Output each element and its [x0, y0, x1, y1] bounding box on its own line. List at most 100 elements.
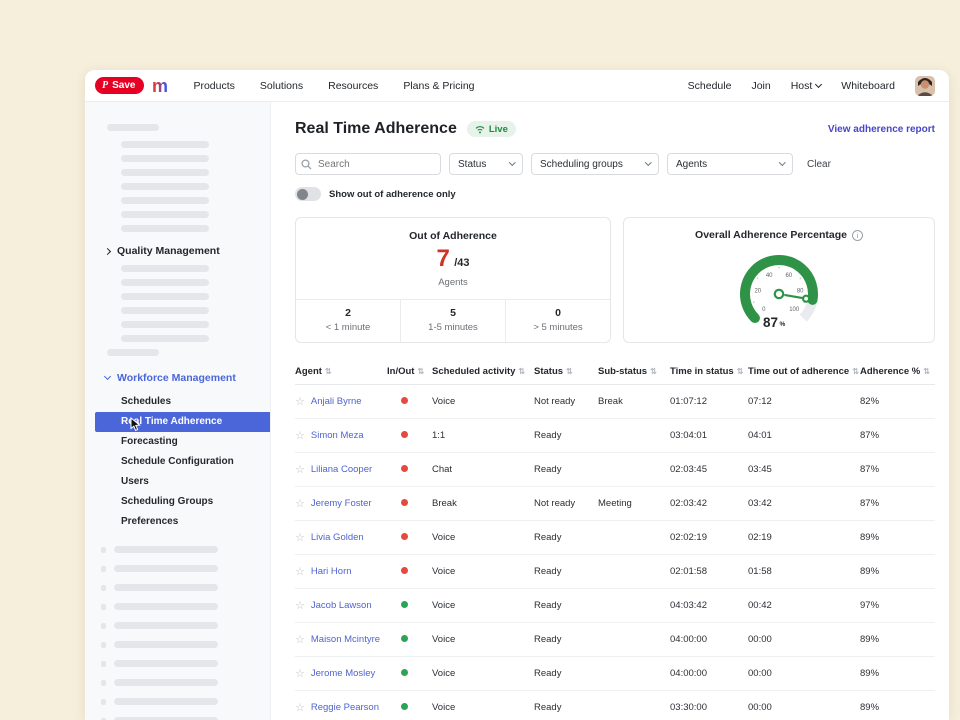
- agent-name-link[interactable]: Livia Golden: [311, 532, 364, 543]
- skeleton-chevron: [101, 585, 106, 591]
- user-avatar[interactable]: [915, 76, 935, 96]
- sort-icon[interactable]: ⇅: [417, 367, 424, 376]
- nav-item-join[interactable]: Join: [751, 80, 770, 92]
- skeleton-chevron: [101, 680, 106, 686]
- agent-name-link[interactable]: Simon Meza: [311, 430, 364, 441]
- gauge-needle-part: [775, 290, 783, 298]
- sidebar-item-scheduling-groups[interactable]: Scheduling Groups: [85, 492, 270, 512]
- gauge-needle: [775, 290, 809, 302]
- search-icon: [301, 159, 312, 170]
- star-icon[interactable]: ☆: [295, 599, 305, 612]
- star-icon[interactable]: ☆: [295, 531, 305, 544]
- nav-item-host[interactable]: Host: [791, 80, 822, 92]
- out-of-adherence-toggle[interactable]: [295, 187, 321, 201]
- column-header-status[interactable]: Status⇅: [534, 366, 598, 377]
- agent-cell: ☆ Jerome Mosley: [295, 667, 387, 680]
- sort-icon[interactable]: ⇅: [923, 367, 930, 376]
- breakdown-value: 2: [296, 307, 400, 319]
- column-header-agent[interactable]: Agent⇅: [295, 366, 387, 377]
- time-out-of-adherence-cell: 03:42: [748, 498, 860, 509]
- gauge-minor-tick: [757, 278, 759, 280]
- agent-cell: ☆ Simon Meza: [295, 429, 387, 442]
- nav-item-solutions[interactable]: Solutions: [260, 80, 303, 92]
- main-content: Real Time Adherence Live View adherence …: [271, 102, 949, 720]
- adherence-breakdown: 2 < 1 minute 5 1-5 minutes 0 > 5 minutes: [296, 299, 610, 342]
- skeleton-bar: [121, 169, 209, 176]
- column-label: In/Out: [387, 366, 414, 377]
- sort-icon[interactable]: ⇅: [518, 367, 525, 376]
- agent-name-link[interactable]: Anjali Byrne: [311, 396, 362, 407]
- column-header-time-in-status[interactable]: Time in status⇅: [670, 366, 748, 377]
- chevron-right-icon: [104, 247, 111, 254]
- in-adherence-dot: [401, 669, 408, 676]
- time-out-of-adherence-cell: 00:00: [748, 668, 860, 679]
- search-input[interactable]: [295, 153, 441, 175]
- sidebar-section-quality-management[interactable]: Quality Management: [85, 239, 270, 263]
- nav-item-products[interactable]: Products: [193, 80, 234, 92]
- sort-icon[interactable]: ⇅: [566, 367, 573, 376]
- skeleton-bar: [114, 622, 218, 629]
- star-icon[interactable]: ☆: [295, 667, 305, 680]
- star-icon[interactable]: ☆: [295, 497, 305, 510]
- gauge-tick-label: 40: [766, 273, 773, 279]
- sidebar-item-preferences[interactable]: Preferences: [85, 512, 270, 532]
- sort-icon[interactable]: ⇅: [852, 367, 859, 376]
- column-label: Agent: [295, 366, 322, 377]
- sort-icon[interactable]: ⇅: [737, 367, 744, 376]
- nav-item-plans-pricing[interactable]: Plans & Pricing: [403, 80, 474, 92]
- sort-icon[interactable]: ⇅: [325, 367, 332, 376]
- in-out-cell: [387, 498, 432, 509]
- column-label: Time in status: [670, 366, 734, 377]
- agent-name-link[interactable]: Jacob Lawson: [311, 600, 372, 611]
- agent-cell: ☆ Jeremy Foster: [295, 497, 387, 510]
- sidebar-item-real-time-adherence[interactable]: Real Time Adherence: [95, 412, 270, 432]
- sort-icon[interactable]: ⇅: [650, 367, 657, 376]
- skeleton-bar: [121, 155, 209, 162]
- skeleton-bar: [121, 321, 209, 328]
- count-total: /43: [454, 257, 469, 269]
- column-header-sub-status[interactable]: Sub-status⇅: [598, 366, 670, 377]
- agent-cell: ☆ Maison Mcintyre: [295, 633, 387, 646]
- star-icon[interactable]: ☆: [295, 395, 305, 408]
- sidebar-item-users[interactable]: Users: [85, 472, 270, 492]
- view-adherence-report-link[interactable]: View adherence report: [828, 124, 935, 135]
- agent-name-link[interactable]: Maison Mcintyre: [311, 634, 380, 645]
- agent-name-link[interactable]: Liliana Cooper: [311, 464, 372, 475]
- skeleton-bar: [114, 565, 218, 572]
- column-header-scheduled-activity[interactable]: Scheduled activity⇅: [432, 366, 534, 377]
- sidebar-item-schedules[interactable]: Schedules: [85, 392, 270, 412]
- info-icon[interactable]: i: [852, 230, 863, 241]
- star-icon[interactable]: ☆: [295, 429, 305, 442]
- time-in-status-cell: 04:03:42: [670, 600, 748, 611]
- star-icon[interactable]: ☆: [295, 701, 305, 714]
- agent-name-link[interactable]: Reggie Pearson: [311, 702, 379, 713]
- sidebar-item-schedule-configuration[interactable]: Schedule Configuration: [85, 452, 270, 472]
- pinterest-save-button[interactable]: P Save: [95, 77, 144, 94]
- table-row: ☆Jacob LawsonVoiceReady04:03:4200:4297%: [295, 589, 935, 623]
- sidebar-section-workforce-management[interactable]: Workforce Management: [85, 366, 270, 390]
- out-of-adherence-dot: [401, 567, 408, 574]
- skeleton-group: [85, 349, 270, 356]
- scheduling-groups-filter-dropdown[interactable]: Scheduling groups: [531, 153, 659, 175]
- star-icon[interactable]: ☆: [295, 633, 305, 646]
- table-row: ☆Simon Meza1:1Ready03:04:0104:0187%: [295, 419, 935, 453]
- column-header-adherence-[interactable]: Adherence %⇅: [860, 366, 935, 377]
- app-body: Quality Management Workforce Management …: [85, 102, 949, 720]
- status-filter-dropdown[interactable]: Status: [449, 153, 523, 175]
- brand-logo[interactable]: m: [151, 76, 173, 96]
- nav-item-resources[interactable]: Resources: [328, 80, 378, 92]
- nav-item-schedule[interactable]: Schedule: [688, 80, 732, 92]
- status-cell: Ready: [534, 430, 598, 441]
- agent-name-link[interactable]: Hari Horn: [311, 566, 352, 577]
- column-header-in-out[interactable]: In/Out⇅: [387, 366, 432, 377]
- sidebar-item-forecasting[interactable]: Forecasting: [85, 432, 270, 452]
- star-icon[interactable]: ☆: [295, 565, 305, 578]
- star-icon[interactable]: ☆: [295, 463, 305, 476]
- agent-name-link[interactable]: Jerome Mosley: [311, 668, 375, 679]
- table-row: ☆Jerome MosleyVoiceReady04:00:0000:0089%: [295, 657, 935, 691]
- clear-filters-link[interactable]: Clear: [807, 159, 831, 170]
- agent-name-link[interactable]: Jeremy Foster: [311, 498, 372, 509]
- nav-item-whiteboard[interactable]: Whiteboard: [841, 80, 895, 92]
- column-header-time-out-of-adherence[interactable]: Time out of adherence⇅: [748, 366, 860, 377]
- agents-filter-dropdown[interactable]: Agents: [667, 153, 793, 175]
